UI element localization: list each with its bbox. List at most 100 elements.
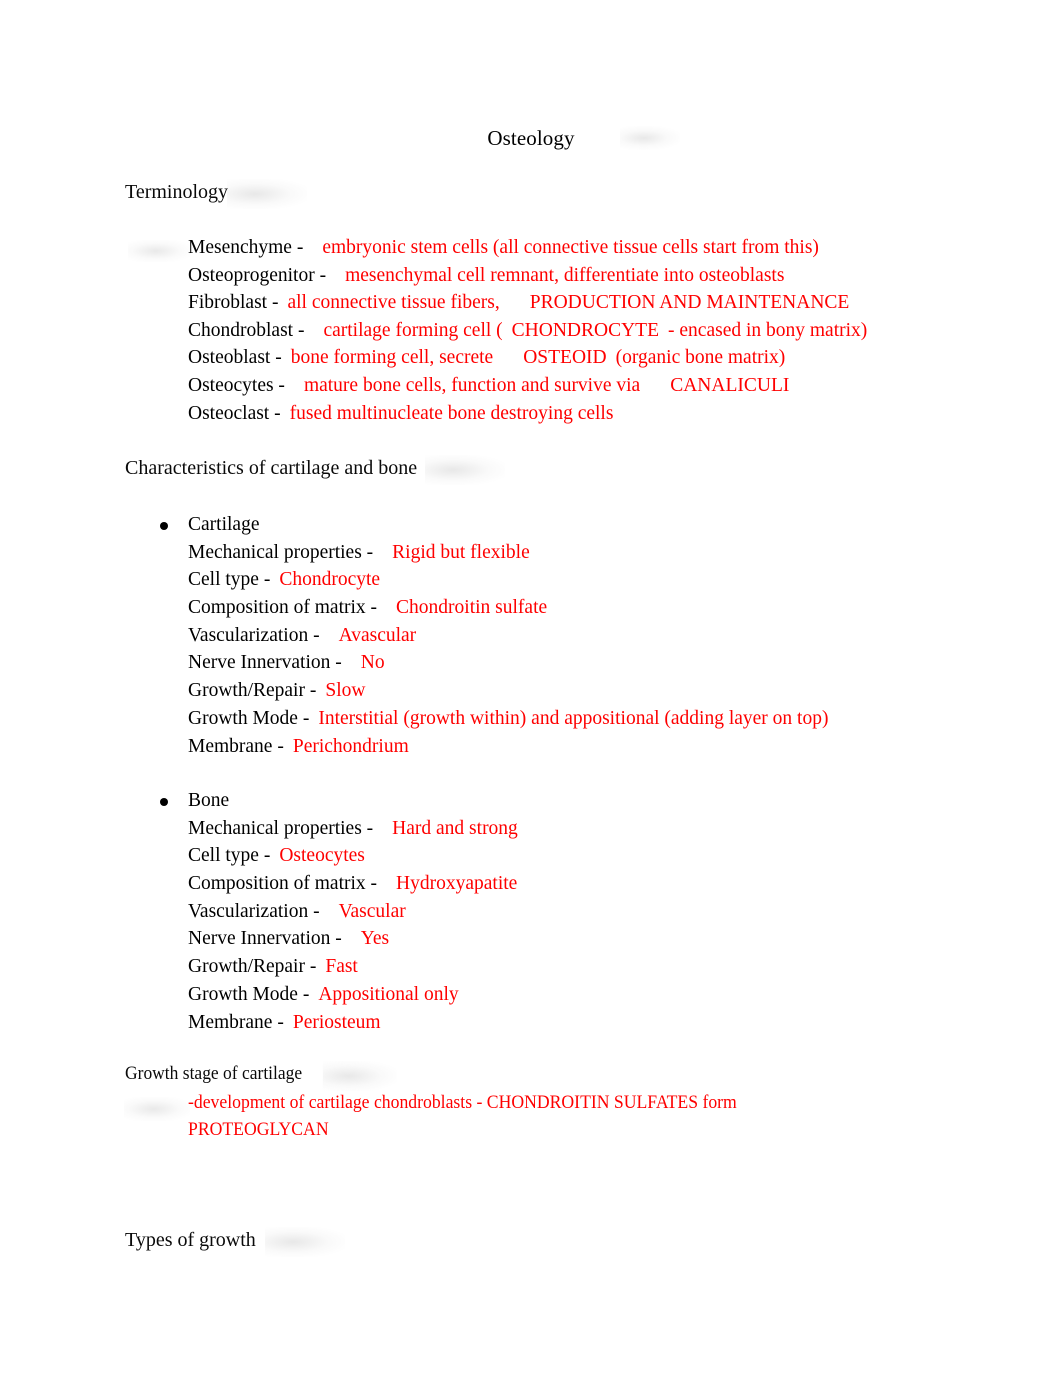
list-item: Mechanical properties - Hard and strong bbox=[188, 815, 1020, 843]
bullet-heading-text: Cartilage bbox=[188, 514, 260, 535]
heading-smudge-artifact bbox=[425, 455, 505, 485]
list-item: Mesenchyme - embryonic stem cells (all co… bbox=[188, 234, 1028, 262]
bullet-heading-text: Bone bbox=[188, 790, 230, 811]
property-label: Mechanical properties - bbox=[188, 541, 374, 563]
property-label: Composition of matrix - bbox=[188, 597, 378, 618]
property-value: Avascular bbox=[338, 624, 417, 646]
term-name: Fibroblast - bbox=[188, 292, 279, 314]
section-heading-growth-stage-text: Growth stage of cartilage bbox=[125, 1063, 303, 1084]
section-heading-types-of-growth: Types of growth bbox=[125, 1227, 345, 1257]
term-definition: all connective tissue fibers, bbox=[287, 292, 500, 314]
term-name: Chondroblast - bbox=[188, 319, 305, 341]
term-name: Mesenchyme - bbox=[188, 237, 304, 258]
term-definition-emphasis: CANALICULI bbox=[670, 374, 790, 396]
property-label: Composition of matrix - bbox=[188, 873, 378, 894]
property-label: Membrane - bbox=[188, 735, 284, 757]
property-value: Perichondrium bbox=[292, 735, 409, 757]
property-label: Cell type - bbox=[188, 569, 271, 591]
list-item: Composition of matrix - Hydroxyapatite bbox=[188, 870, 1020, 898]
section-heading-terminology: Terminology bbox=[125, 179, 307, 209]
heading-smudge-artifact bbox=[227, 179, 307, 209]
property-label: Growth Mode - bbox=[188, 707, 310, 729]
growth-stage-body: -development of cartilage chondroblasts … bbox=[188, 1092, 737, 1140]
list-item: Osteoblast - bone forming cell, secrete OS… bbox=[188, 344, 1028, 372]
term-definition: mature bone cells, function and survive … bbox=[303, 374, 641, 396]
list-item: Growth Mode - Interstitial (growth within… bbox=[188, 705, 1020, 733]
term-definition: embryonic stem cells (all connective tis… bbox=[322, 237, 819, 258]
property-value: Chondroitin sulfate bbox=[396, 597, 548, 618]
term-definition-emphasis: OSTEOID bbox=[523, 347, 607, 369]
list-item: Cell type - Osteocytes bbox=[188, 842, 1020, 870]
property-value: Vascular bbox=[338, 900, 406, 922]
property-value: Hard and strong bbox=[392, 817, 518, 839]
property-value: Slow bbox=[325, 680, 366, 702]
list-item: Composition of matrix - Chondroitin sulfa… bbox=[188, 594, 1020, 622]
section-heading-characteristics: Characteristics of cartilage and bone bbox=[125, 455, 505, 485]
list-item: Nerve Innervation - Yes bbox=[188, 925, 1020, 953]
term-definition-emphasis: CHONDROCYTE bbox=[511, 319, 660, 341]
property-label: Growth Mode - bbox=[188, 983, 310, 1005]
property-label: Membrane - bbox=[188, 1011, 284, 1033]
list-item: Osteoprogenitor - mesenchymal cell remnan… bbox=[188, 262, 1028, 290]
characteristics-group-cartilage: Cartilage Mechanical properties - Rigid b… bbox=[160, 511, 1020, 760]
property-list: Mechanical properties - Rigid but flexibl… bbox=[160, 539, 1020, 761]
section-heading-terminology-text: Terminology bbox=[125, 181, 229, 203]
margin-smudge-artifact bbox=[124, 1097, 190, 1121]
term-definition: bone forming cell, secrete bbox=[290, 347, 494, 369]
property-label: Nerve Innervation - bbox=[188, 928, 342, 950]
term-definition-tail: - encased in bony matrix) bbox=[668, 319, 868, 341]
property-value: Fast bbox=[325, 956, 358, 978]
property-label: Nerve Innervation - bbox=[188, 652, 342, 674]
list-item: Growth Mode - Appositional only bbox=[188, 981, 1020, 1009]
title-smudge-artifact bbox=[620, 126, 680, 150]
list-item: Fibroblast - all connective tissue fibers… bbox=[188, 289, 1028, 317]
list-item: Membrane - Periosteum bbox=[188, 1009, 1020, 1037]
term-definition: cartilage forming cell ( bbox=[323, 319, 503, 341]
list-item: Vascularization - Avascular bbox=[188, 622, 1020, 650]
bullet-dot-icon bbox=[160, 798, 168, 806]
bullet-dot-icon bbox=[160, 522, 168, 530]
term-name: Osteoblast - bbox=[188, 347, 282, 369]
list-item: Vascularization - Vascular bbox=[188, 898, 1020, 926]
list-item: Osteocytes - mature bone cells, function … bbox=[188, 372, 1028, 400]
property-value: Rigid but flexible bbox=[392, 541, 530, 563]
section-heading-types-of-growth-text: Types of growth bbox=[125, 1229, 256, 1251]
property-label: Growth/Repair - bbox=[188, 680, 317, 702]
property-value: Chondrocyte bbox=[279, 569, 381, 591]
property-value: Yes bbox=[360, 928, 390, 950]
term-name: Osteocytes - bbox=[188, 374, 285, 396]
page-title: Osteology bbox=[0, 124, 1062, 152]
term-name: Osteoclast - bbox=[188, 402, 281, 424]
property-label: Growth/Repair - bbox=[188, 956, 317, 978]
bullet-heading: Bone bbox=[160, 787, 1020, 815]
heading-smudge-artifact bbox=[322, 1061, 397, 1091]
characteristics-group-bone: Bone Mechanical properties - Hard and str… bbox=[160, 787, 1020, 1036]
term-name: Osteoprogenitor - bbox=[188, 264, 327, 286]
term-definition: mesenchymal cell remnant, differentiate … bbox=[345, 264, 785, 286]
list-item: Osteoclast - fused multinucleate bone des… bbox=[188, 400, 1028, 428]
property-label: Vascularization - bbox=[188, 624, 320, 646]
term-definition-emphasis: PRODUCTION AND MAINTENANCE bbox=[529, 292, 850, 314]
list-item: Cell type - Chondrocyte bbox=[188, 566, 1020, 594]
list-item: Growth/Repair - Fast bbox=[188, 953, 1020, 981]
property-value: Osteocytes bbox=[279, 845, 365, 867]
term-definition-tail: (organic bone matrix) bbox=[615, 347, 786, 369]
property-value: No bbox=[360, 652, 385, 674]
list-item: Chondroblast - cartilage forming cell ( CH… bbox=[188, 317, 1028, 345]
terminology-list: Mesenchyme - embryonic stem cells (all co… bbox=[188, 234, 1028, 427]
list-item: Growth/Repair - Slow bbox=[188, 677, 1020, 705]
heading-smudge-artifact bbox=[265, 1227, 345, 1257]
property-value: Hydroxyapatite bbox=[396, 873, 518, 894]
list-item: Nerve Innervation - No bbox=[188, 649, 1020, 677]
property-value: Interstitial (growth within) and apposit… bbox=[318, 707, 829, 729]
property-value: Appositional only bbox=[318, 983, 459, 1005]
section-heading-characteristics-text: Characteristics of cartilage and bone bbox=[125, 457, 418, 479]
bullet-heading: Cartilage bbox=[160, 511, 1020, 539]
property-label: Vascularization - bbox=[188, 900, 320, 922]
list-item: Mechanical properties - Rigid but flexibl… bbox=[188, 539, 1020, 567]
property-label: Mechanical properties - bbox=[188, 817, 374, 839]
document-page: Osteology Terminology Mesenchyme - embryo… bbox=[0, 0, 1062, 1377]
property-label: Cell type - bbox=[188, 845, 271, 867]
term-definition: fused multinucleate bone destroying cell… bbox=[289, 402, 614, 424]
property-list: Mechanical properties - Hard and strong C… bbox=[160, 815, 1020, 1037]
